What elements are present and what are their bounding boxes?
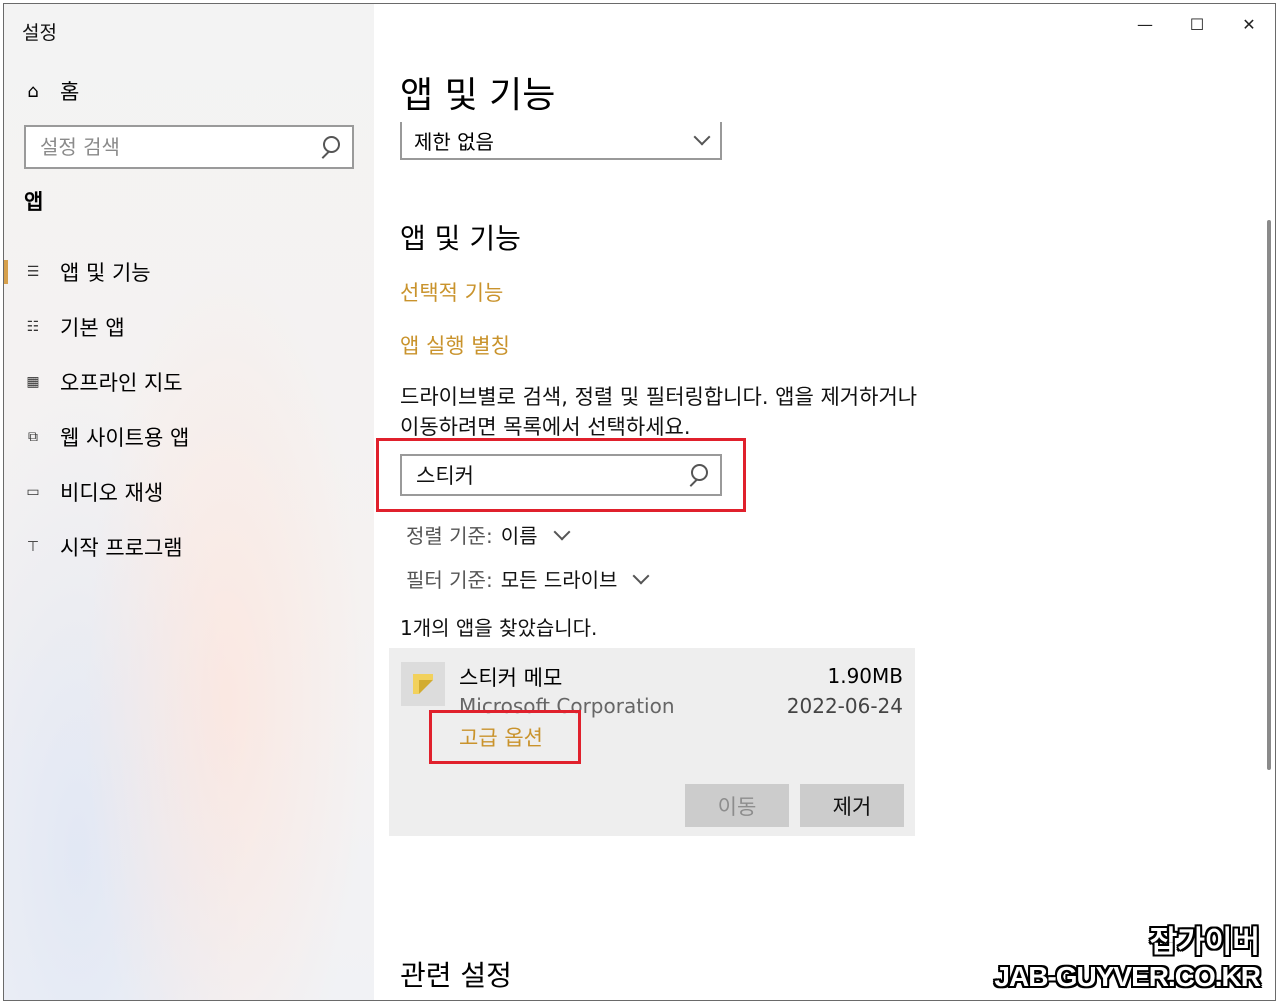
highlight-box-search [376,438,746,512]
startup-icon: ⊤ [26,538,40,555]
sidebar-item-apps-for-websites[interactable]: ⧉ 웹 사이트용 앱 [4,409,374,464]
filter-dropdown[interactable]: 필터 기준: 모든 드라이브 [406,564,650,593]
sidebar-item-label: 기본 앱 [60,315,125,340]
watermark: 잡가이버 JAB-GUYVER.CO.KR [994,917,1261,993]
settings-search-box[interactable] [24,125,354,169]
offline-maps-icon: ▦ [26,373,40,390]
window-controls: — ☐ ✕ [1119,4,1275,44]
watermark-line1: 잡가이버 [1149,926,1260,959]
section-title: 앱 및 기능 [400,222,521,255]
sidebar-item-default-apps[interactable]: ☷ 기본 앱 [4,299,374,354]
app-source-select-value: 제한 없음 [414,129,494,154]
main-content: — ☐ ✕ 앱 및 기능 제한 없음 앱 및 기능 선택적 기능 앱 실행 별칭… [374,4,1275,1000]
minimize-button[interactable]: — [1119,4,1171,44]
scrollbar[interactable] [1267,220,1271,770]
chevron-down-icon [553,523,571,540]
app-install-date: 2022-06-24 [786,694,903,718]
default-apps-icon: ☷ [26,318,40,335]
results-count: 1개의 앱을 찾았습니다. [400,616,598,640]
optional-features-link[interactable]: 선택적 기능 [400,277,503,307]
related-settings-heading: 관련 설정 [400,959,512,992]
sidebar-item-label: 오프라인 지도 [60,370,183,395]
sidebar-item-label: 웹 사이트용 앱 [60,425,190,450]
sidebar: 설정 ⌂ 홈 앱 ☰ 앱 및 기능 ☷ 기본 앱 ▦ 오프라인 지도 ⧉ [4,4,374,1000]
chevron-down-icon [632,567,650,584]
home-label: 홈 [60,80,80,104]
filter-label: 필터 기준: [406,568,493,592]
close-button[interactable]: ✕ [1223,4,1275,44]
app-execution-aliases-link[interactable]: 앱 실행 별칭 [400,330,510,360]
sort-value: 이름 [500,524,538,548]
sidebar-item-label: 앱 및 기능 [60,260,151,285]
home-nav-item[interactable]: ⌂ 홈 [24,76,79,106]
uninstall-button[interactable]: 제거 [800,784,904,827]
sidebar-item-label: 시작 프로그램 [60,535,183,560]
home-icon: ⌂ [27,80,39,102]
app-name: 스티커 메모 [459,666,563,690]
sidebar-item-startup[interactable]: ⊤ 시작 프로그램 [4,519,374,574]
description-text: 드라이브별로 검색, 정렬 및 필터링합니다. 앱을 제거하거나 이동하려면 목… [400,385,918,439]
highlight-box-advanced [429,710,581,764]
sidebar-item-apps-features[interactable]: ☰ 앱 및 기능 [4,244,374,299]
page-title: 앱 및 기능 [400,75,556,116]
sort-dropdown[interactable]: 정렬 기준: 이름 [406,520,571,549]
sidebar-item-label: 비디오 재생 [60,480,164,505]
move-button[interactable]: 이동 [685,784,789,827]
watermark-line2: JAB-GUYVER.CO.KR [994,961,1261,992]
sidebar-item-offline-maps[interactable]: ▦ 오프라인 지도 [4,354,374,409]
sticky-notes-icon [401,662,445,706]
sidebar-nav: ☰ 앱 및 기능 ☷ 기본 앱 ▦ 오프라인 지도 ⧉ 웹 사이트용 앱 ▭ 비… [4,244,374,574]
apps-features-icon: ☰ [26,263,40,280]
app-size: 1.90MB [827,664,903,688]
app-source-select[interactable]: 제한 없음 [400,122,722,160]
chevron-down-icon [693,128,711,146]
maximize-button[interactable]: ☐ [1171,4,1223,44]
apps-for-websites-icon: ⧉ [28,428,38,445]
video-playback-icon: ▭ [26,483,40,500]
filter-value: 모든 드라이브 [500,568,618,592]
section-heading: 앱 [24,190,44,214]
search-icon[interactable] [318,136,340,158]
window-title: 설정 [22,22,57,44]
sort-label: 정렬 기준: [406,524,493,548]
sidebar-item-video-playback[interactable]: ▭ 비디오 재생 [4,464,374,519]
settings-window: 설정 ⌂ 홈 앱 ☰ 앱 및 기능 ☷ 기본 앱 ▦ 오프라인 지도 ⧉ [3,3,1276,1001]
settings-search-input[interactable] [38,134,318,160]
